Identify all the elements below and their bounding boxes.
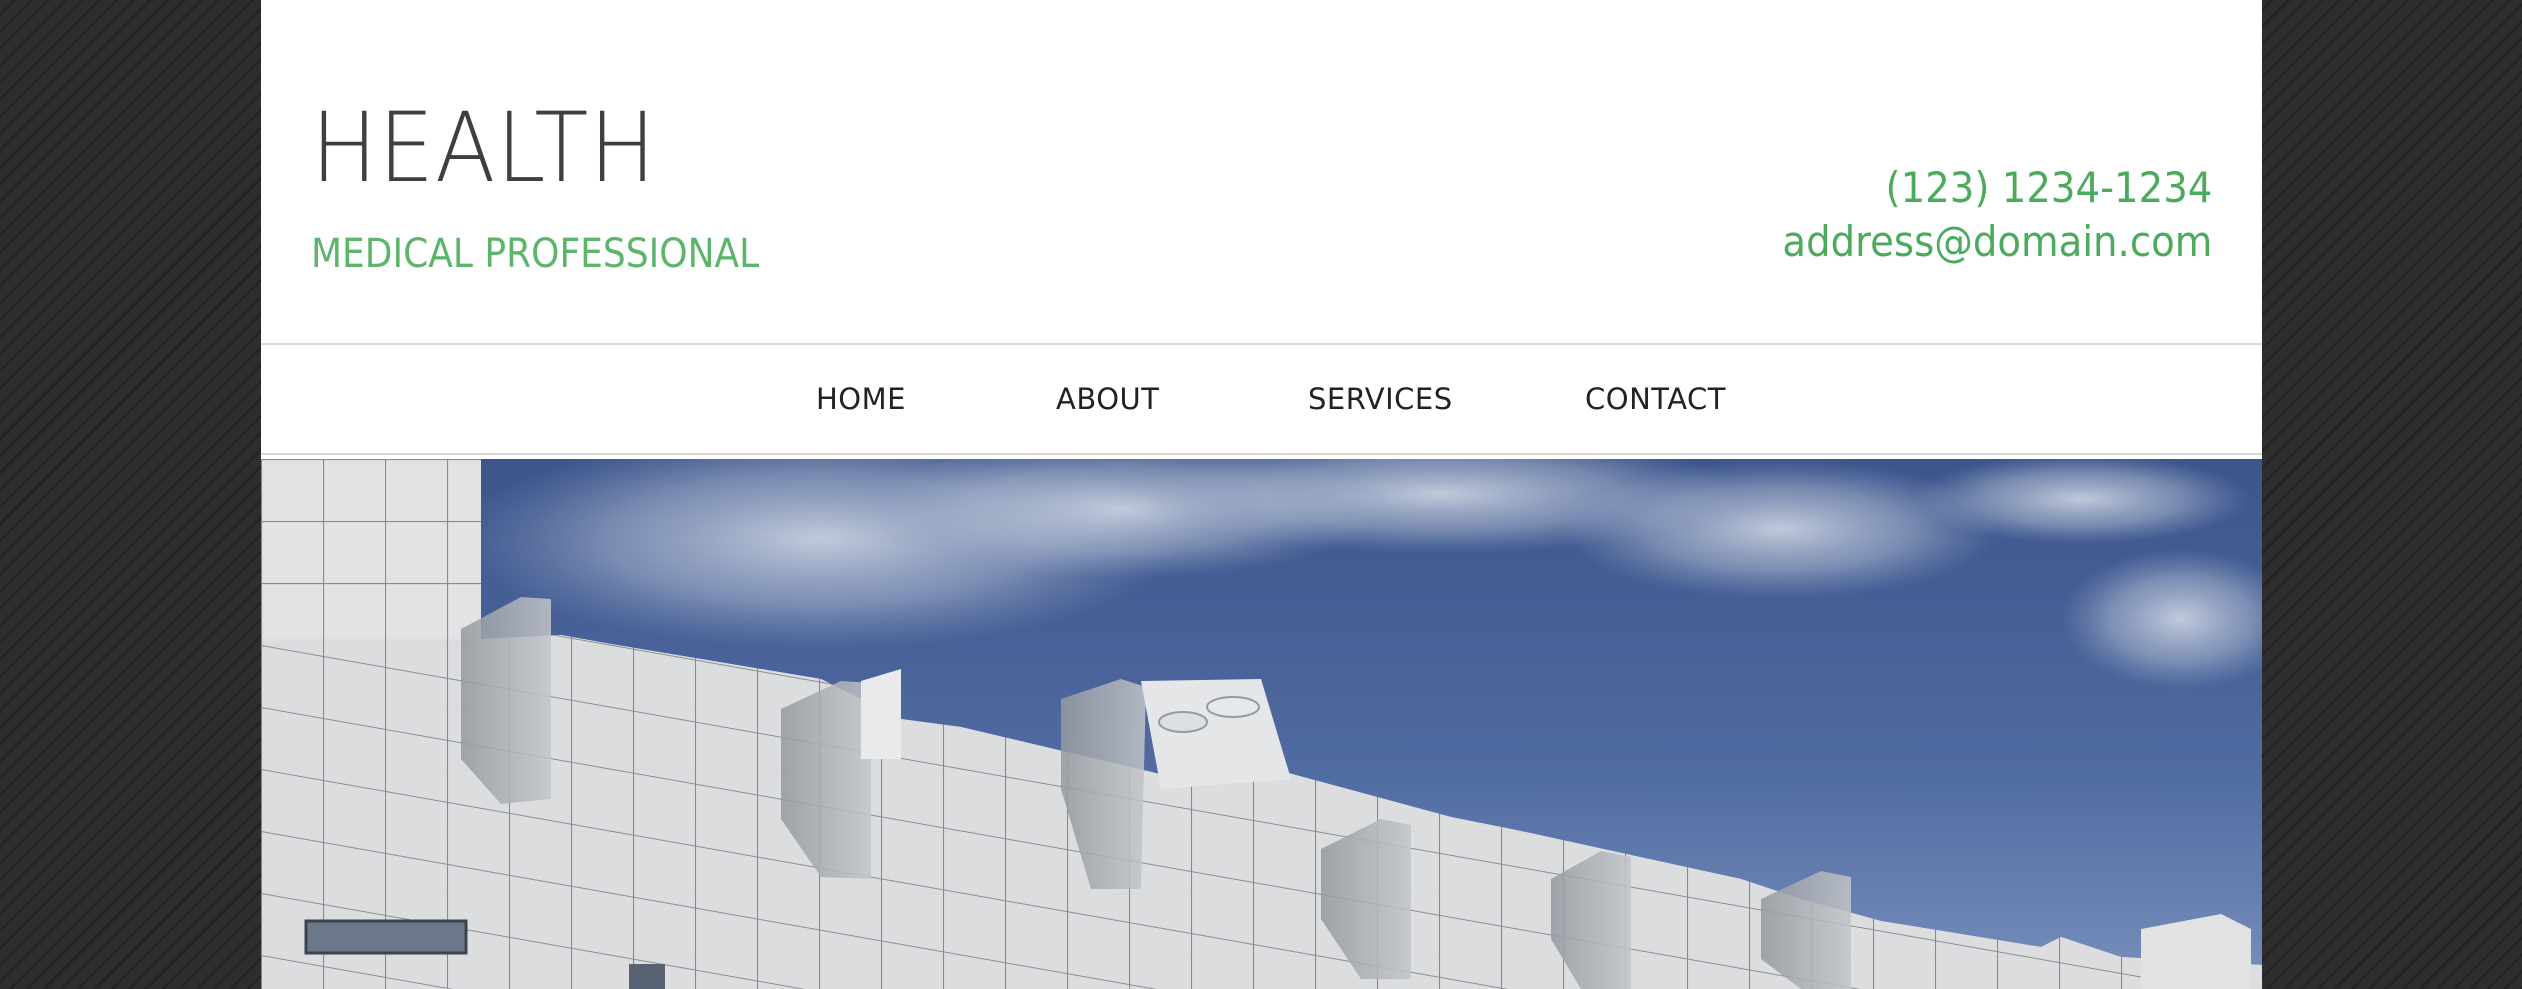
hero-building-photo [261, 459, 2262, 989]
email-link[interactable]: address@domain.com [1782, 215, 2212, 269]
contact-info: (123) 1234-1234 address@domain.com [1782, 161, 2212, 269]
nav-item-about[interactable]: ABOUT [1056, 385, 1160, 414]
nav-item-contact[interactable]: CONTACT [1585, 385, 1726, 414]
site-title[interactable]: HEALTH [311, 100, 657, 196]
nav-item-home[interactable]: HOME [816, 385, 906, 414]
phone-link[interactable]: (123) 1234-1234 [1782, 161, 2212, 215]
main-nav: HOME ABOUT SERVICES CONTACT [261, 343, 2262, 455]
site-tagline: MEDICAL PROFESSIONAL [311, 231, 760, 277]
site-header: HEALTH MEDICAL PROFESSIONAL (123) 1234-1… [261, 0, 2262, 343]
page-container: HEALTH MEDICAL PROFESSIONAL (123) 1234-1… [261, 0, 2262, 989]
hero-image [261, 459, 2262, 989]
nav-item-services[interactable]: SERVICES [1308, 385, 1453, 414]
